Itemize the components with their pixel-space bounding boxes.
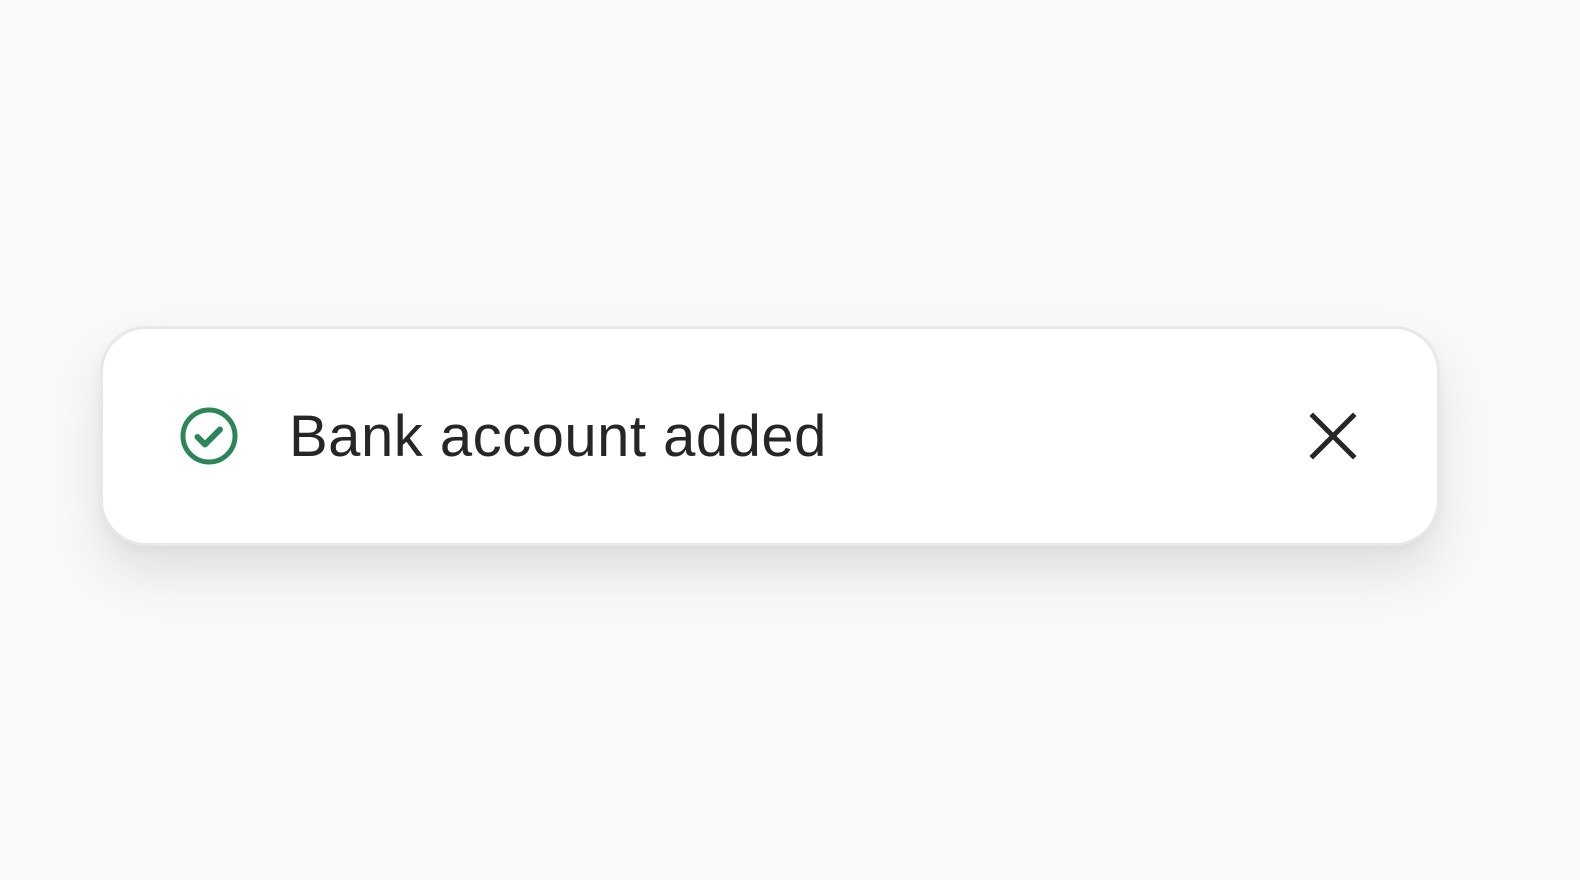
close-button[interactable] [1307, 410, 1359, 462]
page-background: Bank account added [0, 0, 1580, 880]
close-icon [1307, 410, 1359, 462]
success-toast: Bank account added [100, 326, 1440, 546]
check-circle-icon [179, 406, 239, 466]
toast-message: Bank account added [289, 404, 827, 469]
